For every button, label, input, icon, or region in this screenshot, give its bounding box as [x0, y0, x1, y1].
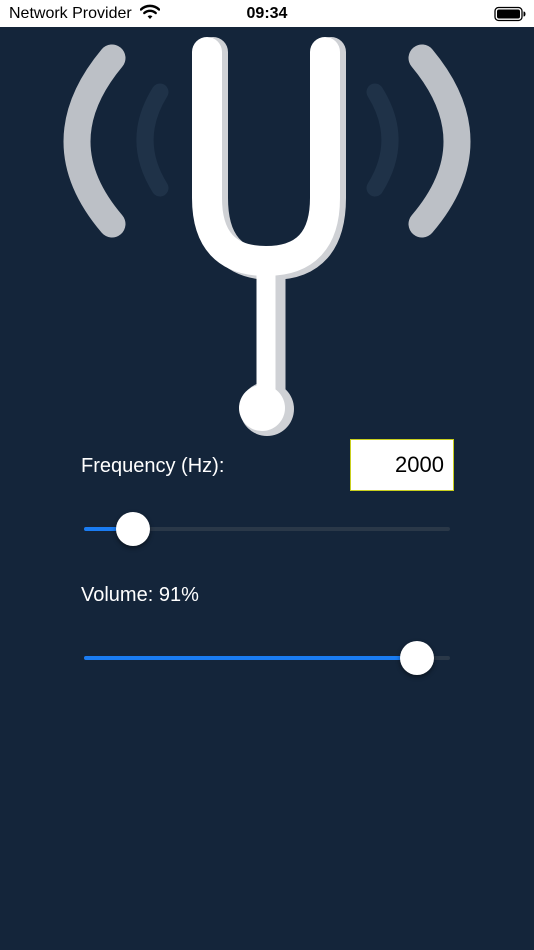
volume-slider-thumb[interactable] — [400, 641, 435, 675]
tuning-fork-icon — [63, 37, 471, 436]
battery-icon — [494, 6, 526, 22]
status-bar: Network Provider 09:34 — [0, 0, 534, 27]
status-time: 09:34 — [246, 5, 288, 22]
sound-wave-right-inner — [366, 83, 399, 197]
frequency-label: Frequency (Hz): — [81, 455, 225, 477]
volume-label: Volume: 91% — [81, 584, 199, 606]
volume-slider-fill — [84, 656, 418, 660]
sound-wave-left-inner — [136, 83, 169, 197]
frequency-slider[interactable] — [84, 509, 450, 549]
frequency-slider-thumb[interactable] — [116, 512, 151, 546]
sound-wave-left-outer — [63, 44, 126, 238]
sound-wave-right-outer — [408, 44, 471, 238]
volume-slider[interactable] — [84, 638, 450, 678]
frequency-input[interactable] — [350, 439, 454, 491]
